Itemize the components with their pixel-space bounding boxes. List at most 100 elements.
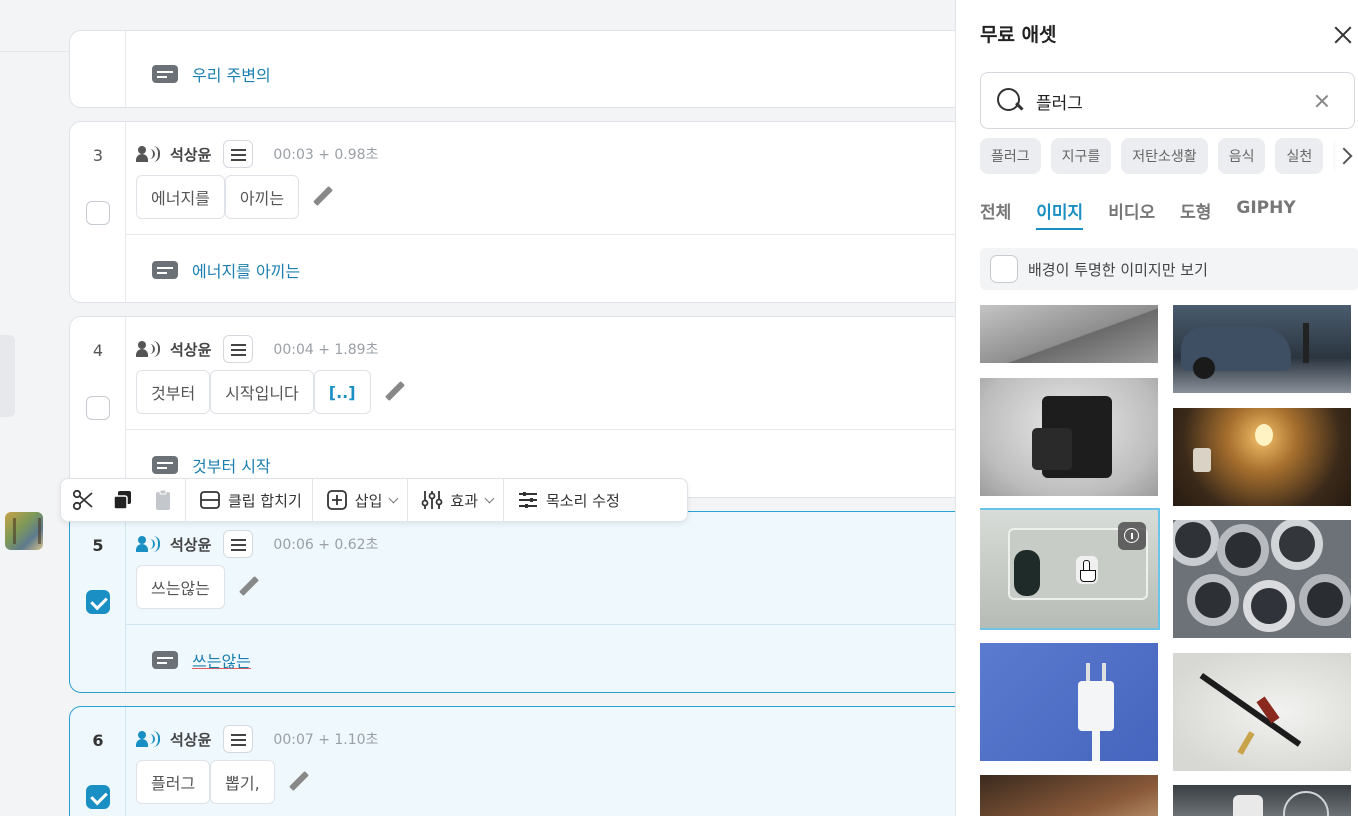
chevron-down-icon	[388, 493, 399, 503]
word-row: 쓰는않는	[136, 564, 259, 610]
speaker-settings-button[interactable]	[223, 725, 254, 753]
speaker-name[interactable]: 석상윤	[170, 339, 211, 360]
subtitle-text[interactable]: 에너지를 아끼는	[192, 258, 300, 282]
tag-chip[interactable]: 실천	[1275, 138, 1324, 174]
timecode: 00:03 + 0.98초	[273, 147, 379, 163]
speaker-name[interactable]: 석상윤	[170, 144, 211, 165]
insert-button[interactable]: 삽입	[313, 479, 409, 521]
transparent-only-label: 배경이 투명한 이미지만 보기	[1028, 260, 1208, 279]
word-row: 플러그 뽑기,	[136, 759, 309, 805]
clip-thumbnail[interactable]	[5, 512, 43, 550]
script-card-5: 5 석상윤 00:06 + 0.62초 쓰는않는 쓰는않는	[69, 511, 969, 693]
pencil-icon[interactable]	[383, 381, 405, 403]
tag-chip[interactable]: 음식	[1217, 138, 1266, 174]
word-chip[interactable]: 것부터	[136, 370, 211, 414]
asset-image[interactable]	[980, 643, 1158, 761]
voice-edit-button[interactable]: 목소리 수정	[504, 479, 630, 521]
card-number: 5	[92, 536, 104, 555]
insert-label: 삽입	[354, 491, 383, 510]
speaker-voice-icon	[136, 731, 160, 747]
effect-label: 효과	[450, 491, 478, 510]
card-checkbox[interactable]	[86, 396, 110, 420]
speaker-voice-icon	[136, 341, 160, 357]
tab-shape[interactable]: 도형	[1180, 198, 1211, 228]
word-chip[interactable]: 에너지를	[136, 175, 225, 219]
merge-clips-label: 클립 합치기	[228, 491, 302, 510]
card-checkbox-checked[interactable]	[86, 590, 110, 614]
script-card-3: 3 석상윤 00:03 + 0.98초 에너지를 아끼는 에너지를 아끼는	[69, 121, 969, 303]
subtitle-text[interactable]: 것부터 시작	[192, 453, 271, 477]
subtitle-text[interactable]: 우리 주변의	[192, 62, 271, 86]
search-icon	[997, 88, 1023, 114]
transparent-only-checkbox[interactable]	[990, 255, 1018, 283]
transparent-only-toggle[interactable]: 배경이 투명한 이미지만 보기	[980, 248, 1358, 290]
asset-image[interactable]	[1173, 520, 1351, 638]
speaker-row: 석상윤 00:07 + 1.10초	[136, 725, 379, 753]
subtitle-row[interactable]: 우리 주변의	[126, 39, 968, 107]
card-number-column: 6	[70, 707, 126, 816]
asset-image[interactable]	[980, 305, 1158, 363]
left-panel-handle[interactable]	[0, 335, 15, 417]
speaker-name[interactable]: 석상윤	[170, 534, 211, 555]
card-checkbox[interactable]	[86, 201, 110, 225]
image-grid	[980, 305, 1358, 816]
pause-chip[interactable]: [..]	[313, 370, 371, 414]
word-chip[interactable]: 플러그	[136, 760, 211, 804]
speaker-settings-button[interactable]	[223, 530, 254, 558]
word-chip[interactable]: 쓰는않는	[136, 565, 225, 609]
word-chip[interactable]: 아끼는	[224, 175, 300, 219]
clear-search-icon[interactable]	[1314, 93, 1330, 109]
tag-chip[interactable]: 플러그	[980, 138, 1041, 174]
plus-square-icon	[325, 488, 349, 512]
scissors-icon[interactable]	[71, 488, 95, 512]
card-number: 4	[92, 341, 104, 360]
clip-toolbar: 클립 합치기 삽입 효과 목소리 수정	[60, 478, 688, 522]
word-chip[interactable]: 시작입니다	[210, 370, 314, 414]
speaker-voice-icon	[136, 536, 160, 552]
asset-image[interactable]	[980, 508, 1160, 630]
word-row: 것부터 시작입니다 [..]	[136, 369, 405, 415]
pencil-icon[interactable]	[237, 576, 259, 598]
tab-giphy[interactable]: GIPHY	[1236, 198, 1295, 228]
asset-image[interactable]	[1173, 408, 1351, 506]
sliders-icon	[420, 488, 444, 512]
chevron-right-icon[interactable]	[1324, 138, 1358, 174]
script-card-4: 4 석상윤 00:04 + 1.89초 것부터 시작입니다 [..] 것부터 시…	[69, 316, 969, 498]
timecode: 00:07 + 1.10초	[273, 732, 379, 748]
card-checkbox-checked[interactable]	[86, 785, 110, 809]
asset-image[interactable]	[1173, 653, 1351, 771]
effect-button[interactable]: 효과	[408, 479, 504, 521]
close-icon[interactable]	[1332, 24, 1354, 46]
speaker-settings-button[interactable]	[223, 140, 254, 168]
search-input[interactable]	[1036, 88, 1296, 114]
subtitle-row[interactable]: 쓰는않는	[126, 624, 968, 692]
pencil-icon[interactable]	[287, 771, 309, 793]
info-icon[interactable]	[1118, 522, 1146, 550]
subtitle-row[interactable]: 에너지를 아끼는	[126, 234, 968, 302]
tag-chip[interactable]: 저탄소생활	[1121, 138, 1208, 174]
word-row: 에너지를 아끼는	[136, 174, 333, 220]
asset-image[interactable]	[980, 775, 1158, 816]
subtitle-icon	[152, 65, 178, 83]
merge-clips-button[interactable]: 클립 합치기	[186, 479, 313, 521]
pencil-icon[interactable]	[311, 186, 333, 208]
timecode: 00:06 + 0.62초	[273, 537, 379, 553]
paste-icon[interactable]	[151, 488, 175, 512]
tag-chip[interactable]: 지구를	[1050, 138, 1112, 174]
word-chip[interactable]: 뽑기,	[210, 760, 275, 804]
copy-icon[interactable]	[111, 488, 135, 512]
speaker-row: 석상윤 00:06 + 0.62초	[136, 530, 379, 558]
tab-video[interactable]: 비디오	[1108, 198, 1155, 228]
subtitle-text[interactable]: 쓰는않는	[192, 648, 251, 672]
speaker-name[interactable]: 석상윤	[170, 729, 211, 750]
asset-image[interactable]	[980, 378, 1158, 496]
voice-edit-label: 목소리 수정	[546, 491, 620, 510]
asset-image[interactable]	[1173, 785, 1351, 816]
speaker-row: 석상윤 00:04 + 1.89초	[136, 335, 378, 363]
subtitle-icon	[152, 650, 178, 669]
tab-image[interactable]: 이미지	[1036, 198, 1083, 230]
asset-image[interactable]	[1173, 305, 1351, 393]
speaker-settings-button[interactable]	[223, 335, 254, 363]
tab-all[interactable]: 전체	[980, 198, 1011, 228]
speaker-row: 석상윤 00:03 + 0.98초	[136, 140, 379, 168]
